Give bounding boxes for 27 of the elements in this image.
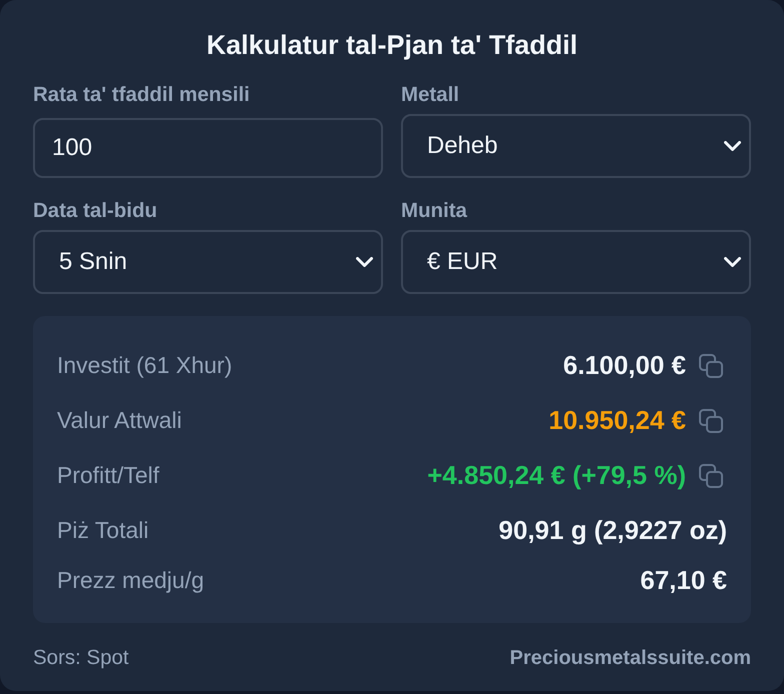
result-value: 6.100,00 € <box>563 350 686 381</box>
result-label: Investit (61 Xhur) <box>57 352 232 379</box>
result-value: 67,10 € <box>640 565 727 596</box>
field-label: Data tal-bidu <box>33 198 158 224</box>
field-label: Rata ta' tfaddil mensili <box>33 82 250 108</box>
result-label: Valur Attwali <box>57 407 182 434</box>
copy-icon[interactable] <box>699 354 723 378</box>
field-label: Munita <box>401 198 468 224</box>
chevron-down-icon <box>356 257 373 267</box>
chevron-down-icon <box>724 141 741 151</box>
result-value: 90,91 g (2,9227 oz) <box>498 515 727 546</box>
dropdown-select[interactable]: 5 Snin <box>33 230 383 294</box>
result-label: Piż Totali <box>57 517 149 544</box>
result-value: 10.950,24 € <box>548 405 686 436</box>
calculator-title: Kalkulatur tal-Pjan ta' Tfaddil <box>206 29 578 62</box>
result-value: +4.850,24 € (+79,5 %) <box>427 460 686 491</box>
amount-input[interactable]: 100 <box>33 118 383 178</box>
result-label: Prezz medju/g <box>57 567 204 594</box>
dropdown-select[interactable]: € EUR <box>401 230 751 294</box>
copy-icon[interactable] <box>699 408 723 432</box>
result-label: Profitt/Telf <box>57 462 160 489</box>
dropdown-select[interactable]: Deheb <box>401 114 751 178</box>
copy-icon[interactable] <box>699 464 723 488</box>
website-link[interactable]: Preciousmetalssuite.com <box>510 645 751 671</box>
source-text: Sors: Spot <box>33 645 129 671</box>
chevron-down-icon <box>724 257 741 267</box>
field-label: Metall <box>401 82 460 108</box>
